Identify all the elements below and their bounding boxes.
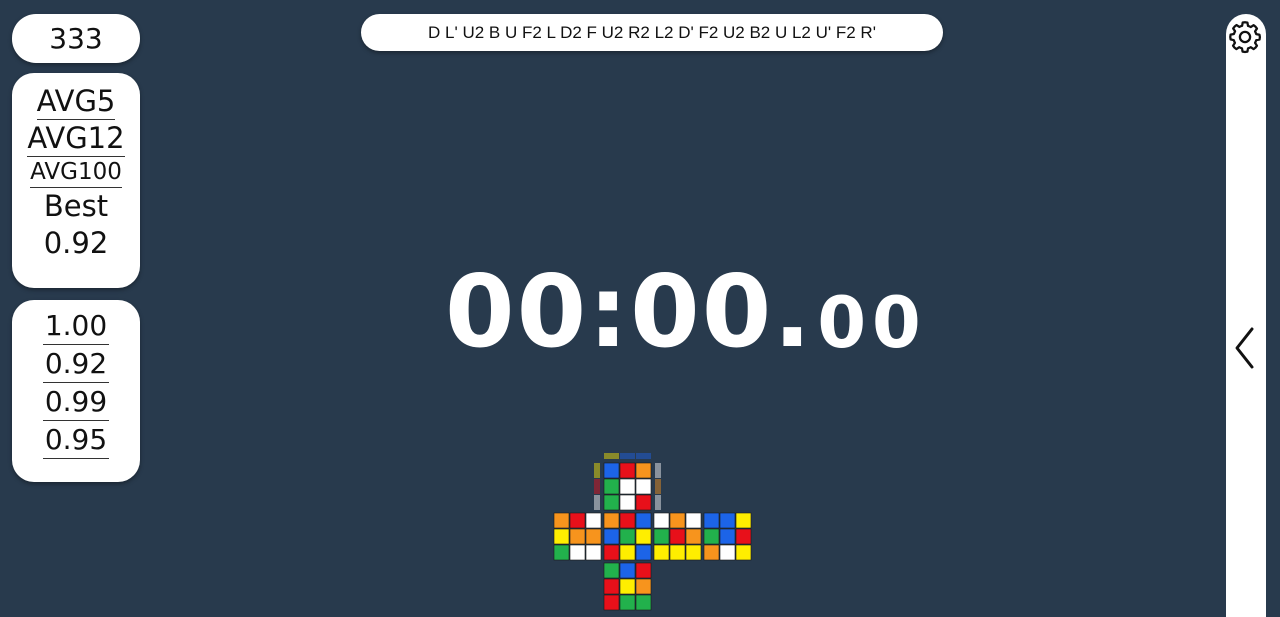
cube-sticker <box>603 494 620 511</box>
cube-sticker <box>619 594 636 611</box>
cube-sticker <box>635 594 652 611</box>
cube-sticker <box>653 528 670 545</box>
cube-sticker <box>619 512 636 529</box>
cube-edge-hint <box>655 495 661 510</box>
cube-sticker <box>619 528 636 545</box>
cube-sticker <box>635 478 652 495</box>
cube-sticker <box>603 544 620 561</box>
cube-sticker <box>669 512 686 529</box>
cube-sticker <box>703 528 720 545</box>
cube-sticker <box>603 578 620 595</box>
cube-sticker <box>553 512 570 529</box>
cube-sticker <box>685 544 702 561</box>
cube-sticker <box>619 494 636 511</box>
cube-edge-hint <box>636 453 651 459</box>
cube-net <box>553 453 752 611</box>
cube-sticker <box>669 544 686 561</box>
cube-sticker <box>635 528 652 545</box>
cube-sticker <box>603 594 620 611</box>
cube-edge-hint <box>620 453 635 459</box>
cube-sticker <box>603 462 620 479</box>
cube-sticker <box>635 512 652 529</box>
cube-sticker <box>569 544 586 561</box>
cube-edge-hint <box>655 479 661 494</box>
cube-sticker <box>585 528 602 545</box>
cube-sticker <box>569 512 586 529</box>
cube-sticker <box>635 544 652 561</box>
cube-edge-hint <box>655 463 661 478</box>
cube-sticker <box>719 528 736 545</box>
cube-sticker <box>635 462 652 479</box>
cube-sticker <box>635 578 652 595</box>
cube-edge-hint <box>594 463 600 478</box>
cube-edge-hint <box>594 495 600 510</box>
cube-edge-hint <box>594 479 600 494</box>
cube-sticker <box>603 562 620 579</box>
cube-sticker <box>685 512 702 529</box>
cube-sticker <box>553 544 570 561</box>
cube-sticker <box>585 512 602 529</box>
cube-sticker <box>735 528 752 545</box>
cube-sticker <box>719 544 736 561</box>
cube-sticker <box>653 512 670 529</box>
cube-sticker <box>619 578 636 595</box>
cube-sticker <box>703 512 720 529</box>
cube-sticker <box>619 562 636 579</box>
cube-sticker <box>735 512 752 529</box>
cube-sticker <box>653 544 670 561</box>
cube-sticker <box>703 544 720 561</box>
cube-sticker <box>603 528 620 545</box>
cube-sticker <box>635 494 652 511</box>
cube-sticker <box>735 544 752 561</box>
cube-sticker <box>685 528 702 545</box>
cube-sticker <box>553 528 570 545</box>
cube-sticker <box>719 512 736 529</box>
cube-sticker <box>635 562 652 579</box>
cube-sticker <box>669 528 686 545</box>
cube-sticker <box>585 544 602 561</box>
cube-sticker <box>619 478 636 495</box>
cube-sticker <box>603 478 620 495</box>
cube-sticker <box>603 512 620 529</box>
cube-sticker <box>619 544 636 561</box>
cube-sticker <box>569 528 586 545</box>
cube-sticker <box>619 462 636 479</box>
cube-edge-hint <box>604 453 619 459</box>
